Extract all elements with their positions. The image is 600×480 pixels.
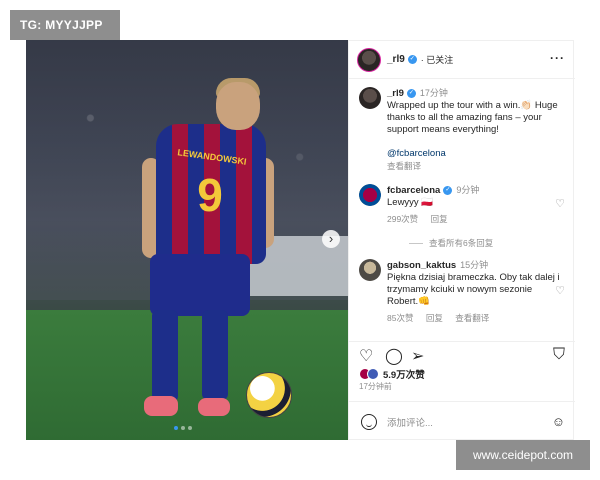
player-shorts: [150, 254, 250, 316]
comment-icon[interactable]: ◯: [385, 346, 403, 366]
heart-icon[interactable]: ♡: [555, 197, 565, 210]
comment-time: 9分钟: [456, 185, 480, 195]
header-username[interactable]: _rl9: [387, 54, 405, 65]
comment-item: gabson_kaktus 15分钟 Piękna dzisiaj bramecz…: [359, 259, 563, 324]
player-head: [216, 82, 260, 130]
comment-text: Lewyyy 🇵🇱: [387, 197, 434, 208]
avatar[interactable]: [357, 47, 381, 72]
comment-body: fcbarcelona ✓ 9分钟 Lewyyy 🇵🇱 299次赞 回复: [387, 184, 563, 225]
post-photo[interactable]: LEWANDOWSKI 9 ›: [26, 40, 348, 440]
likes-count: 5.9万次赞: [383, 370, 425, 381]
jersey-number: 9: [197, 169, 223, 221]
caption-username[interactable]: _rl9: [387, 88, 404, 99]
more-options-icon[interactable]: ···: [550, 51, 565, 65]
comment-likes[interactable]: 85次赞: [387, 313, 413, 323]
send-icon[interactable]: ➢: [411, 346, 424, 366]
view-replies-link[interactable]: 查看所有6条回复: [409, 237, 493, 249]
bookmark-icon[interactable]: ⛉: [553, 346, 565, 364]
smile-icon[interactable]: ☺: [552, 414, 565, 429]
heart-icon[interactable]: ♡: [555, 284, 565, 297]
caption-time: 17分钟: [419, 88, 448, 98]
comment-likes[interactable]: 299次赞: [387, 214, 418, 224]
comment-text: Piękna dzisiaj brameczka. Oby tak dalej …: [387, 272, 560, 307]
comment-body: gabson_kaktus 15分钟 Piękna dzisiaj bramecz…: [387, 259, 563, 324]
comment-avatar[interactable]: [359, 259, 381, 281]
translate-link[interactable]: 查看翻译: [387, 160, 563, 172]
caption: _rl9 ✓ 17分钟 Wrapped up the tour with a win…: [359, 87, 563, 172]
chevron-right-icon[interactable]: ›: [322, 230, 340, 248]
reply-button[interactable]: 回复: [426, 313, 443, 323]
reply-button[interactable]: 回复: [431, 214, 448, 224]
page: TG: MYYJJPP LEWANDOWSKI 9 › _rl9 ✓ · 已关注…: [0, 0, 600, 480]
post-panel: _rl9 ✓ · 已关注 ··· _rl9 ✓ 17分钟 Wrapped up th…: [348, 40, 575, 441]
comment-time: 15分钟: [460, 260, 489, 270]
user-avatar-icon: [361, 413, 377, 430]
comment-username[interactable]: fcbarcelona: [387, 185, 440, 196]
likes-summary[interactable]: 5.9万次赞: [359, 367, 425, 381]
player-figure: LEWANDOWSKI 9: [116, 74, 274, 434]
player-boot-right: [198, 398, 230, 416]
comment-item: fcbarcelona ✓ 9分钟 Lewyyy 🇵🇱 299次赞 回复: [359, 184, 563, 225]
player-boot-left: [144, 396, 178, 416]
post-header: _rl9 ✓ · 已关注 ···: [349, 41, 575, 79]
watermark-top: TG: MYYJJPP: [10, 10, 120, 40]
caption-avatar[interactable]: [359, 87, 381, 109]
liker-avatar: [367, 368, 379, 380]
carousel-dots: [174, 426, 192, 430]
carousel-dot: [188, 426, 192, 430]
caption-text: Wrapped up the tour with a win.👏🏻 Huge t…: [387, 100, 558, 135]
verified-badge-icon: ✓: [407, 55, 417, 64]
verified-badge-icon: ✓: [443, 185, 453, 195]
post-time: 17分钟前: [359, 382, 392, 391]
heart-icon[interactable]: ♡: [359, 346, 373, 366]
comment-avatar[interactable]: [359, 184, 381, 206]
follow-status[interactable]: · 已关注: [421, 53, 454, 66]
football: [246, 372, 292, 418]
translate-link[interactable]: 查看翻译: [455, 313, 489, 323]
mention-link[interactable]: @fcbarcelona: [387, 148, 563, 160]
carousel-dot: [174, 426, 178, 430]
watermark-bottom: www.ceidepot.com: [456, 440, 590, 470]
verified-badge-icon: ✓: [406, 88, 416, 98]
caption-body: _rl9 ✓ 17分钟 Wrapped up the tour with a win…: [387, 87, 563, 172]
action-bar: ♡ ◯ ➢ ⛉: [349, 341, 575, 367]
comment-username[interactable]: gabson_kaktus: [387, 260, 456, 271]
player-leg-left: [152, 310, 178, 402]
carousel-dot: [181, 426, 185, 430]
comment-input[interactable]: 添加评论...: [387, 415, 552, 429]
comment-bar: 添加评论... ☺: [349, 401, 575, 441]
player-leg-right: [202, 310, 228, 400]
